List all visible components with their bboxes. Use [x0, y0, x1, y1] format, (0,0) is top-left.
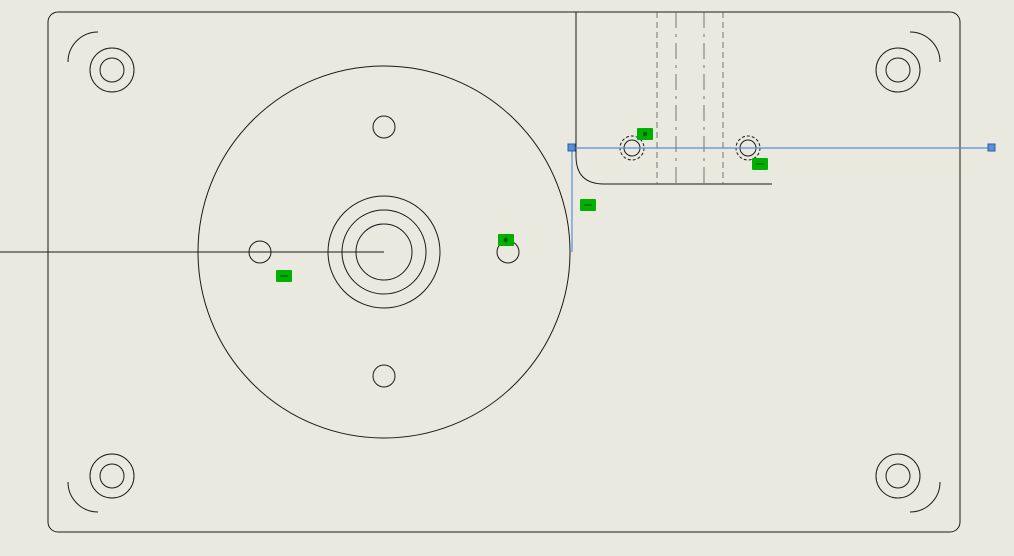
slot-lines: [657, 12, 723, 184]
plate-outer-boundary: [48, 12, 960, 532]
corner-fillet-br: [910, 482, 940, 512]
corner-holes: [90, 48, 920, 498]
pocket-outline: [576, 12, 772, 184]
constraint-horizontal: [276, 270, 292, 282]
sketch-handle[interactable]: [568, 144, 575, 151]
sketch-handle[interactable]: [988, 144, 995, 151]
constraint-horizontal: [752, 158, 768, 170]
corner-fillet-bl: [68, 482, 98, 512]
active-sketch[interactable]: [568, 144, 995, 252]
constraint-coincident: [498, 234, 514, 246]
cad-sketch-view[interactable]: [0, 0, 1014, 556]
constraint-horizontal: [580, 199, 596, 211]
corner-fillet-tr: [910, 32, 940, 62]
constraint-coincident: [637, 128, 653, 140]
constraints: [276, 128, 768, 282]
